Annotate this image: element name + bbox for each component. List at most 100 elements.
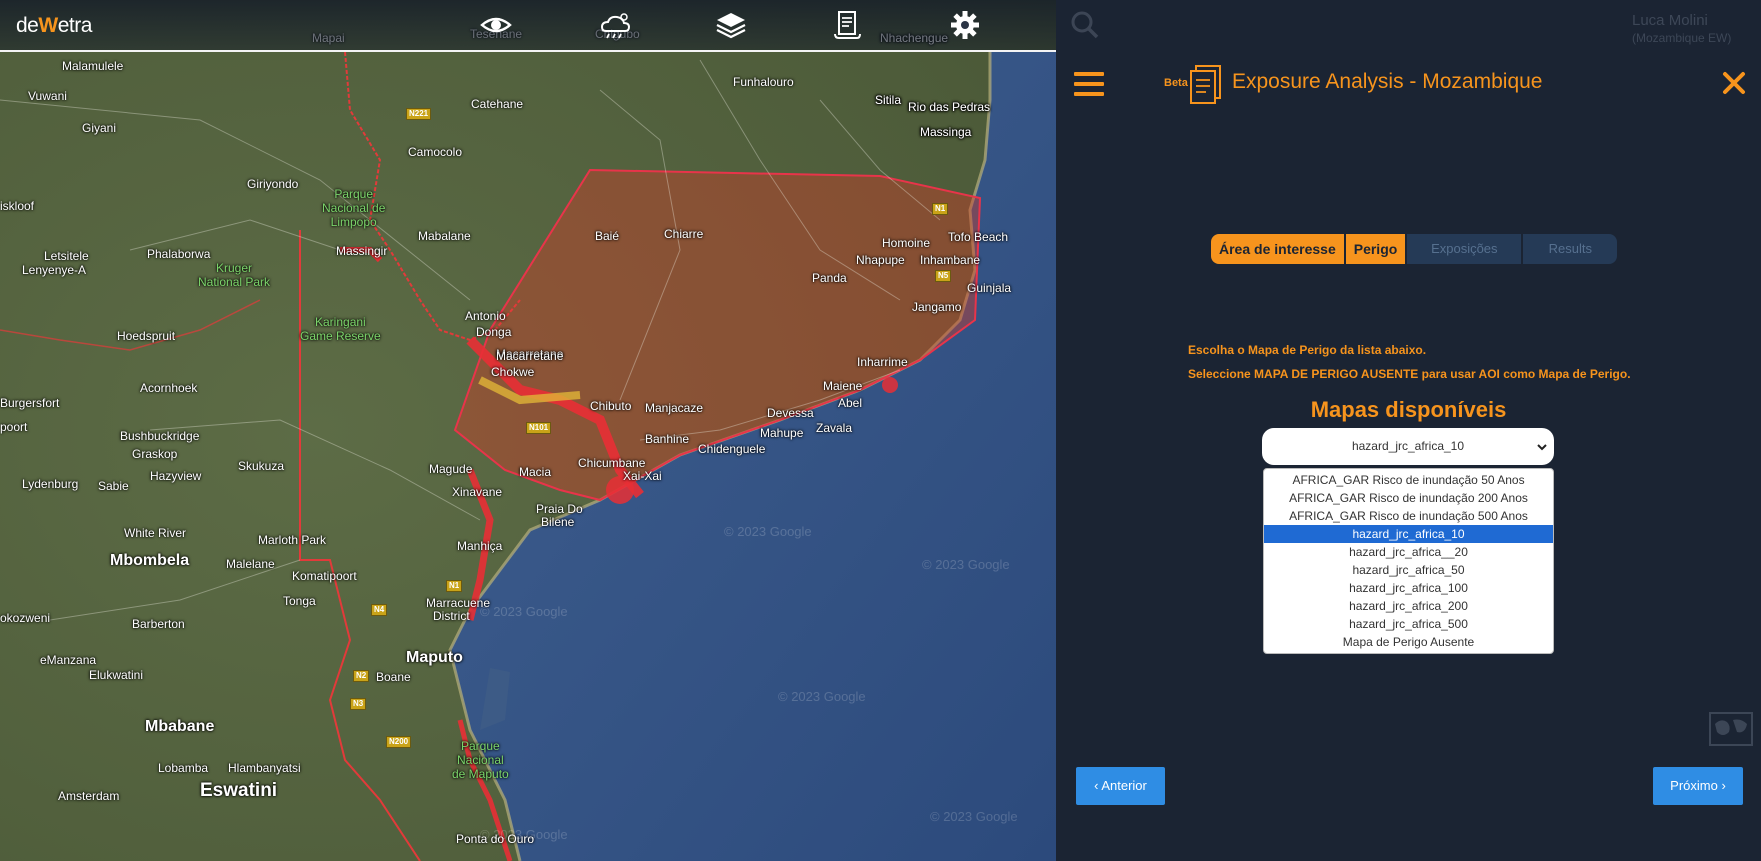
map-place-label: Boane [376, 670, 411, 684]
road-badge: N101 [526, 422, 552, 434]
map-place-label: Bushbuckridge [120, 429, 200, 443]
map-park-label: Karingani Game Reserve [300, 315, 381, 343]
map-place-label: Sabie [98, 479, 129, 493]
wizard-steps: Área de interesse Perigo Exposições Resu… [1211, 234, 1618, 264]
map-place-label: Barberton [132, 617, 185, 631]
next-label: Próximo [1670, 778, 1718, 793]
next-button[interactable]: Próximo › [1653, 767, 1743, 805]
logo-text: W [38, 14, 58, 37]
road-badge: N1 [446, 580, 463, 592]
hazard-map-select[interactable]: hazard_jrc_africa_10 [1262, 428, 1554, 465]
map-place-label: Acornhoek [140, 381, 198, 395]
map-place-label: Xai-Xai [623, 469, 662, 483]
hazard-map-option[interactable]: Mapa de Perigo Ausente [1264, 633, 1553, 651]
map-place-label: White River [124, 526, 187, 540]
road-badge: N5 [935, 270, 952, 282]
map-place-label: Malelane [226, 557, 275, 571]
map-place-label: Donga [476, 325, 512, 339]
previous-button[interactable]: ‹ Anterior [1076, 767, 1165, 805]
map-place-label: iskloof [0, 199, 35, 213]
map-place-label: Lobamba [158, 761, 209, 775]
hazard-map-option[interactable]: hazard_jrc_africa__20 [1264, 543, 1553, 561]
map-place-label: Guinjala [967, 281, 1012, 295]
map-place-label: Jangamo [912, 300, 962, 314]
hazard-map-options: AFRICA_GAR Risco de inundação 50 Anos AFR… [1263, 468, 1554, 654]
step-results[interactable]: Results [1523, 234, 1618, 264]
map-place-label: Lydenburg [22, 477, 79, 491]
user-org: (Mozambique EW) [1632, 31, 1732, 45]
map-place-label: Magude [429, 462, 473, 476]
map-place-label: eManzana [40, 653, 97, 667]
hazard-map-option[interactable]: AFRICA_GAR Risco de inundação 200 Anos [1264, 489, 1553, 507]
map-place-label: Hoedspruit [117, 329, 176, 343]
map-place-label: Hazyview [150, 469, 202, 483]
map-place-label: Xinavane [452, 485, 503, 499]
step-area-of-interest[interactable]: Área de interesse [1211, 234, 1346, 264]
map-place-label: Macarretane [496, 349, 564, 363]
chevron-down-icon [1537, 444, 1547, 451]
search-icon [1070, 10, 1100, 45]
logo-text: etra [57, 14, 93, 37]
app-logo[interactable]: deWetra [16, 14, 92, 38]
map-place-label: Chibuto [590, 399, 632, 413]
map-place-label: Letsitele [44, 249, 89, 263]
weather-icon[interactable] [598, 9, 632, 41]
map-park-label: Kruger National Park [198, 261, 271, 289]
map-place-label: Amsterdam [58, 789, 120, 803]
map-place-label: Catehane [471, 97, 524, 111]
layers-icon[interactable] [714, 9, 748, 41]
hazard-map-option[interactable]: hazard_jrc_africa_50 [1264, 561, 1553, 579]
top-toolbar: deWetra [0, 0, 1056, 52]
map-watermark: © 2023 Google [778, 689, 866, 704]
map-place-label: Sitila [875, 93, 902, 107]
map-watermark: © 2023 Google [922, 557, 1010, 572]
map-place-label: Tofo Beach [948, 230, 1009, 244]
map-watermark: © 2023 Google [724, 524, 812, 539]
map-watermark: © 2023 Google [480, 604, 568, 619]
step-hazard[interactable]: Perigo [1345, 234, 1408, 264]
eye-icon[interactable] [479, 9, 513, 41]
close-icon[interactable] [1721, 70, 1747, 96]
map-place-label: Mbabane [145, 718, 215, 735]
map-place-label: Tonga [283, 594, 316, 608]
instruction-text: Seleccione MAPA DE PERIGO AUSENTE para u… [1188, 367, 1631, 381]
hazard-map-option[interactable]: AFRICA_GAR Risco de inundação 50 Anos [1264, 471, 1553, 489]
map-place-label: Panda [812, 271, 847, 285]
hazard-map-option[interactable]: hazard_jrc_africa_100 [1264, 579, 1553, 597]
road-badge: N200 [386, 736, 412, 748]
hazard-map-option[interactable]: hazard_jrc_africa_10 [1264, 525, 1553, 543]
map-place-label: Marloth Park [258, 533, 327, 547]
map-place-label: Elukwatini [89, 668, 144, 682]
map-place-label: Rio das Pedras [908, 100, 991, 114]
map-place-label: poort [0, 420, 28, 434]
road-badge: N2 [353, 670, 370, 682]
map-place-label: Chokwe [491, 365, 535, 379]
road-badge: N221 [406, 108, 432, 120]
map-place-label: Hlambanyatsi [228, 761, 301, 775]
exposure-analysis-panel: Luca Molini (Mozambique EW) Beta v. Expo… [1056, 0, 1761, 861]
map-place-label: Eswatini [200, 780, 278, 801]
gear-icon[interactable] [948, 9, 982, 41]
map-place-label: Massinga [920, 125, 972, 139]
map-place-label: Phalaborwa [147, 247, 211, 261]
world-map-icon [1709, 712, 1753, 751]
hazard-map-option[interactable]: hazard_jrc_africa_200 [1264, 597, 1553, 615]
map-place-label: Macia [519, 465, 552, 479]
step-exposures[interactable]: Exposições [1407, 234, 1524, 264]
map-place-label: Massingir [336, 244, 388, 258]
scroll-icon[interactable] [830, 9, 864, 41]
map-place-label: Baié [595, 229, 620, 243]
map-place-label: Mabalane [418, 229, 471, 243]
map-place-label: Maputo [406, 649, 463, 666]
map-place-label: Lenyenye-A [22, 263, 87, 277]
map-place-label: Giriyondo [247, 177, 299, 191]
map-place-label: District [433, 609, 470, 623]
previous-label: Anterior [1101, 778, 1147, 793]
map-view[interactable]: Malamulele Vuwani Giyani Giriyondo iskloof Le… [0, 0, 1056, 861]
hazard-map-option[interactable]: AFRICA_GAR Risco de inundação 500 Anos [1264, 507, 1553, 525]
menu-button[interactable] [1074, 72, 1104, 96]
hazard-map-option[interactable]: hazard_jrc_africa_500 [1264, 615, 1553, 633]
map-place-label: Manjacaze [645, 401, 704, 415]
map-place-label: Chidenguele [698, 442, 766, 456]
map-place-label: Camocolo [408, 145, 463, 159]
